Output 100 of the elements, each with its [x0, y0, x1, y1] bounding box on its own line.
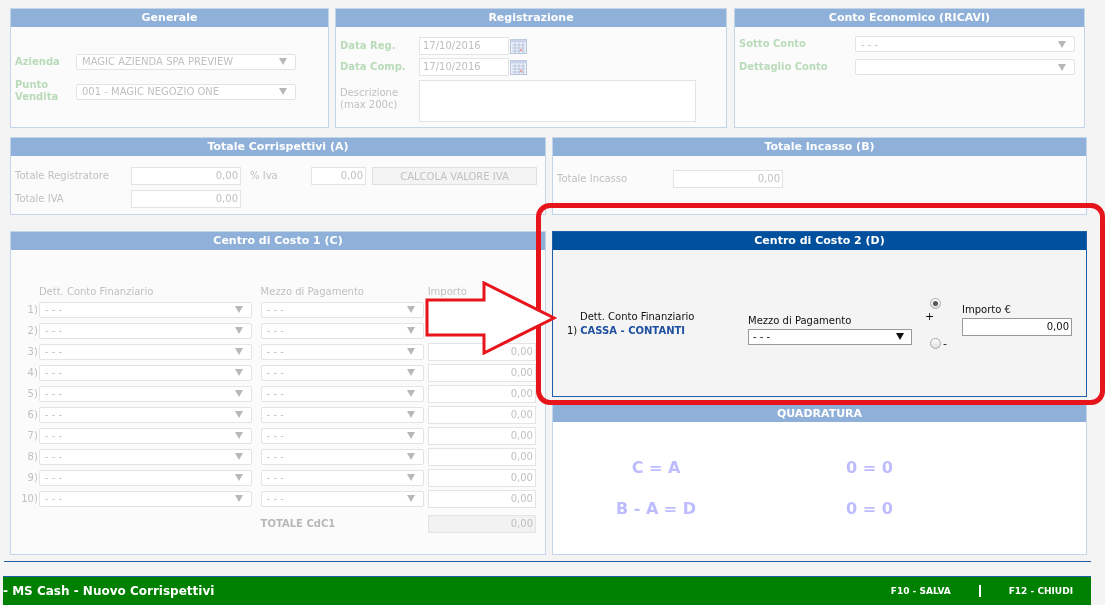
amount-field[interactable]: 0,00	[427, 426, 536, 445]
panel-title: Generale	[11, 9, 328, 27]
amount-field[interactable]: 0,00	[427, 468, 536, 487]
amount-field[interactable]: 0,00	[962, 317, 1072, 336]
formula-text: C = A	[630, 458, 682, 477]
caret-icon	[279, 58, 287, 65]
caret-icon	[406, 348, 415, 355]
row-number: 9)	[26, 472, 38, 483]
caret-icon	[234, 453, 243, 460]
calendar-icon[interactable]	[510, 59, 527, 75]
panel-title: Totale Corrispettivi (A)	[11, 138, 545, 156]
column-header: Importo	[427, 286, 468, 297]
row-number: 5)	[26, 388, 38, 399]
row-number: 3)	[26, 346, 38, 357]
amount-field[interactable]: 0,00	[427, 489, 536, 508]
select-field[interactable]: - - -	[260, 427, 424, 444]
select-field[interactable]: - - -	[260, 448, 424, 465]
field-label: Totale IVA	[15, 193, 65, 205]
select-field[interactable]: - - -	[260, 490, 424, 507]
amount-field[interactable]: 0,00	[131, 190, 241, 208]
panel-title: Registrazione	[336, 9, 726, 27]
caret-icon	[406, 453, 415, 460]
field-label: Punto Vendita	[15, 78, 60, 103]
field-label: Totale Incasso	[557, 173, 629, 185]
amount-field[interactable]: 0,00	[673, 170, 783, 188]
caret-icon	[1058, 63, 1066, 71]
select-field[interactable]: - - -	[260, 406, 424, 423]
sign-label: +	[925, 310, 935, 323]
select-field[interactable]: - - -	[38, 301, 252, 318]
caret-icon	[406, 432, 415, 439]
row-number: 7)	[26, 430, 38, 441]
select-field[interactable]: - - -	[260, 322, 424, 339]
date-field[interactable]: 17/10/2016	[419, 37, 509, 55]
caret-icon	[406, 369, 415, 376]
caret-icon	[234, 390, 243, 397]
panel-title: Centro di Costo 1 (C)	[11, 232, 545, 250]
app-title: - MS Cash - Nuovo Corrispettivi	[3, 584, 216, 598]
field-label: % Iva	[250, 170, 279, 182]
select-field[interactable]: - - -	[260, 343, 424, 360]
result-text: 0 = 0	[846, 499, 893, 518]
row-number: 4)	[26, 367, 38, 378]
caret-icon	[234, 348, 243, 355]
field-label: Totale Registratore	[15, 170, 110, 182]
amount-field[interactable]: 0,00	[427, 342, 536, 361]
panel-title: Conto Economico (RICAVI)	[735, 9, 1084, 27]
select-field[interactable]: - - -	[38, 385, 252, 402]
select-field[interactable]: - - -	[38, 343, 252, 360]
amount-field[interactable]: 0,00	[427, 447, 536, 466]
amount-field[interactable]: 0,00	[427, 363, 536, 382]
date-field[interactable]: 17/10/2016	[419, 58, 509, 76]
caret-icon	[1058, 40, 1066, 48]
amount-field[interactable]: 0,00	[131, 167, 241, 185]
caret-icon	[406, 495, 415, 502]
select-field[interactable]: - - -	[748, 328, 912, 345]
caret-icon	[406, 474, 415, 481]
caret-icon	[234, 327, 243, 334]
select-field[interactable]: - - -	[260, 301, 424, 318]
column-header: Dett. Conto Finanziario	[38, 286, 155, 297]
caret-icon	[234, 411, 243, 418]
row-number: 6)	[26, 409, 38, 420]
caret-icon	[406, 306, 415, 313]
select-field[interactable]: - - -	[260, 364, 424, 381]
radio-button[interactable]	[930, 338, 941, 349]
row-number: 1)	[26, 304, 38, 315]
select-field[interactable]: - - -	[855, 36, 1075, 52]
calendar-icon[interactable]	[510, 38, 527, 54]
shortcut-link[interactable]: F10 - SALVA	[890, 586, 951, 596]
shortcut-link[interactable]: F12 - CHIUDI	[1008, 586, 1073, 596]
select-field[interactable]: - - -	[260, 385, 424, 402]
field-label: Importo €	[962, 302, 1012, 316]
row-number: 2)	[26, 325, 38, 336]
select-field[interactable]: - - -	[38, 490, 252, 507]
formula-text: B - A = D	[614, 499, 698, 518]
select-field[interactable]: - - -	[260, 469, 424, 486]
select-field[interactable]: - - -	[38, 364, 252, 381]
field-label: Data Comp.	[340, 61, 407, 73]
row-number: 1)	[567, 325, 578, 336]
select-field[interactable]: 001 - MAGIC NEGOZIO ONE	[76, 83, 296, 100]
total-label: TOTALE CdC1	[260, 518, 337, 529]
select-field[interactable]: - - -	[38, 427, 252, 444]
select-field[interactable]: - - -	[38, 406, 252, 423]
sign-label: -	[943, 337, 947, 350]
amount-field[interactable]: 0,00	[427, 384, 536, 403]
caret-icon	[234, 306, 243, 313]
select-field[interactable]: - - -	[38, 469, 252, 486]
caret-icon	[234, 495, 243, 502]
field-label: Mezzo di Pagamento	[748, 313, 853, 327]
result-text: 0 = 0	[846, 458, 893, 477]
caret-icon	[896, 333, 904, 340]
panel-title: Totale Incasso (B)	[553, 138, 1086, 156]
caret-icon	[406, 390, 415, 397]
caret-icon	[234, 369, 243, 376]
caret-icon	[406, 411, 415, 418]
vat-field[interactable]: 0,00	[311, 167, 366, 185]
radio-button[interactable]	[930, 298, 941, 309]
row-number: 8)	[26, 451, 38, 462]
select-field[interactable]: - - -	[38, 448, 252, 465]
select-field[interactable]: MAGIC AZIENDA SPA PREVIEW	[76, 53, 296, 70]
select-field[interactable]: - - -	[38, 322, 252, 339]
amount-field[interactable]: 0,00	[427, 405, 536, 424]
